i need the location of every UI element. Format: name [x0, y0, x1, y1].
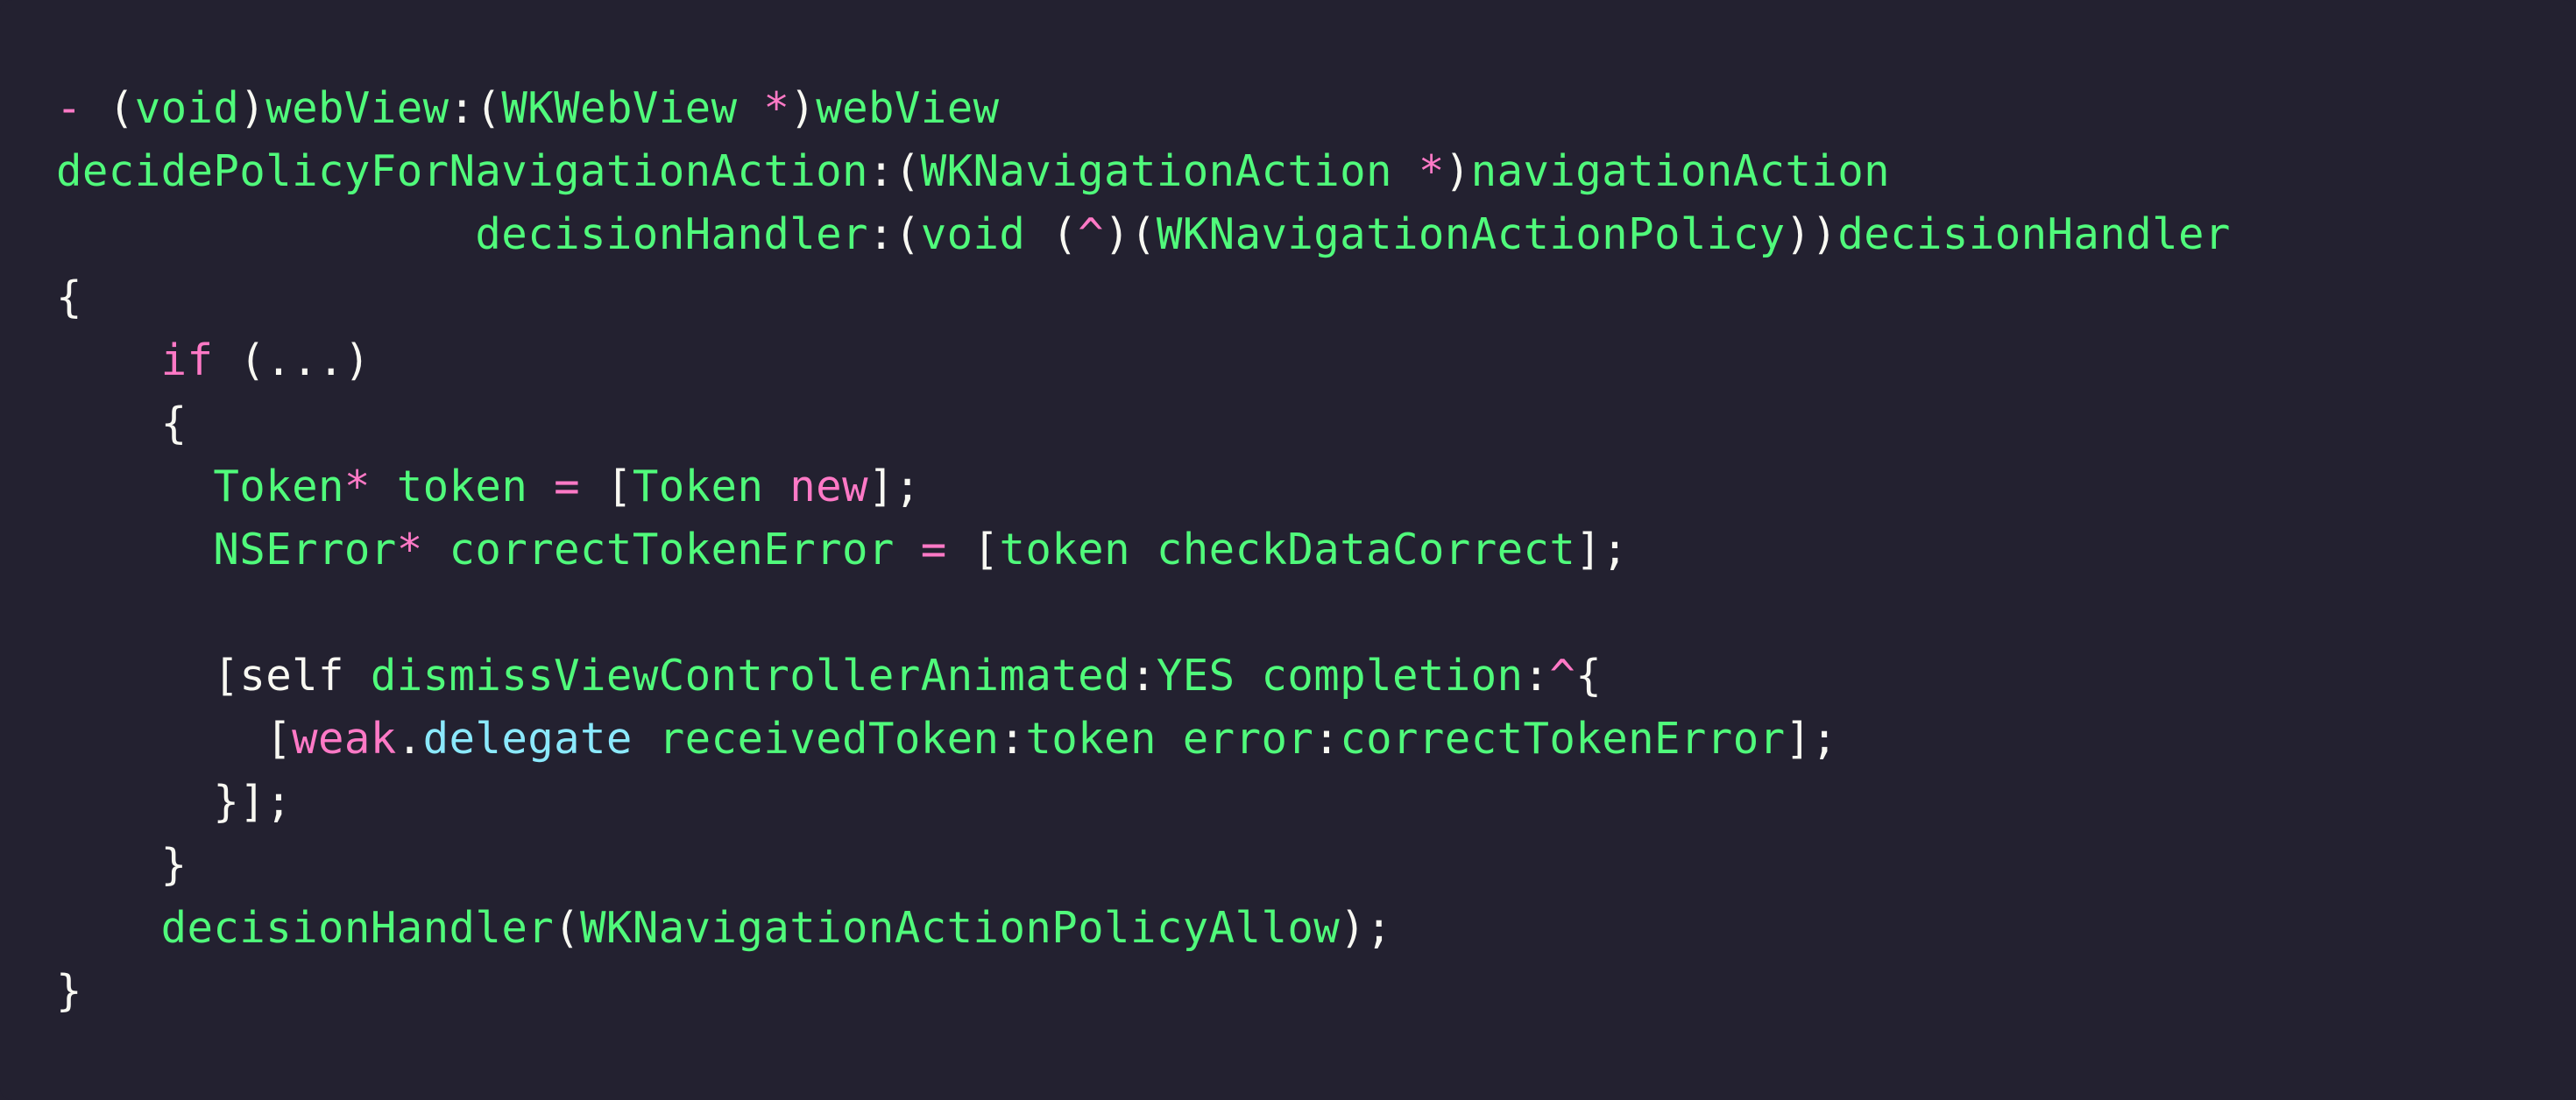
- code-token: WKNavigationActionPolicyAllow: [580, 903, 1341, 953]
- code-token: ^: [1549, 651, 1576, 701]
- code-token: :(: [449, 83, 502, 133]
- code-token: :: [1523, 651, 1550, 701]
- code-line: if (...): [56, 329, 2231, 392]
- code-token: decisionHandler: [1837, 209, 2231, 259]
- code-token: [: [56, 651, 240, 701]
- code-token: [: [946, 525, 1000, 575]
- code-token: }];: [56, 777, 293, 827]
- code-lines: - (void)webView:(WKWebView *)webView deci…: [56, 77, 2231, 1023]
- code-token: *: [396, 525, 423, 575]
- code-token: token: [999, 525, 1130, 575]
- code-token: WKNavigationAction: [920, 146, 1392, 196]
- code-token: (: [81, 83, 135, 133]
- code-line: decisionHandler:(void (^)(WKNavigationAc…: [56, 203, 2231, 266]
- code-token: =: [527, 462, 581, 511]
- code-token: (: [554, 903, 581, 953]
- code-token: correctTokenError: [422, 525, 895, 575]
- code-token: ^: [1078, 209, 1105, 259]
- code-token: ];: [867, 462, 921, 511]
- code-token: decidePolicyForNavigationAction: [56, 146, 868, 196]
- code-token: {: [56, 272, 82, 322]
- code-token: *: [343, 462, 371, 511]
- code-line: Token* token = [Token new];: [56, 455, 2231, 518]
- code-token: decisionHandler: [160, 903, 555, 953]
- code-token: decisionHandler: [56, 209, 868, 259]
- code-token: navigationAction: [1470, 146, 1891, 196]
- code-token: :(: [867, 209, 921, 259]
- code-token: }: [56, 840, 188, 890]
- code-token: self: [239, 651, 344, 701]
- code-line: [weak.delegate receivedToken:token error…: [56, 708, 2231, 771]
- code-token: dismissViewControllerAnimated: [343, 651, 1130, 701]
- code-line: decidePolicyForNavigationAction:(WKNavig…: [56, 140, 2231, 203]
- code-token: (...): [213, 335, 371, 385]
- code-token: )(: [1104, 209, 1157, 259]
- code-token: )): [1785, 209, 1838, 259]
- code-token: WKWebView: [501, 83, 738, 133]
- code-line: }: [56, 960, 2231, 1023]
- code-token: ];: [1575, 525, 1629, 575]
- code-token: void: [920, 209, 1026, 259]
- code-token: checkDataCorrect: [1129, 525, 1576, 575]
- code-token: completion: [1235, 651, 1524, 701]
- code-snippet-panel: - (void)webView:(WKWebView *)webView deci…: [0, 0, 2576, 1100]
- code-token: :(: [867, 146, 921, 196]
- code-token: -: [56, 83, 82, 133]
- code-token: :: [1313, 714, 1341, 764]
- code-token: ): [239, 83, 266, 133]
- code-token: :: [999, 714, 1026, 764]
- code-token: token: [1025, 714, 1157, 764]
- code-token: delegate: [422, 714, 633, 764]
- code-token: if: [160, 335, 214, 385]
- code-token: void: [134, 83, 240, 133]
- code-token: weak: [292, 714, 397, 764]
- code-token: (: [1025, 209, 1079, 259]
- code-line: }];: [56, 771, 2231, 834]
- code-token: .: [396, 714, 423, 764]
- code-line: }: [56, 834, 2231, 897]
- code-token: new: [763, 462, 868, 511]
- code-token: webView: [816, 83, 1000, 133]
- code-line: NSError* correctTokenError = [token chec…: [56, 518, 2231, 582]
- code-line: decisionHandler(WKNavigationActionPolicy…: [56, 897, 2231, 960]
- code-token: correctTokenError: [1340, 714, 1786, 764]
- code-token: Token: [213, 462, 344, 511]
- code-token: error: [1156, 714, 1314, 764]
- code-token: );: [1340, 903, 1392, 953]
- code-line: [self dismissViewControllerAnimated:YES …: [56, 645, 2231, 708]
- code-token: :: [1129, 651, 1157, 701]
- code-token: ): [789, 83, 817, 133]
- code-token: [: [580, 462, 633, 511]
- code-token: {: [1575, 651, 1603, 701]
- code-token: webView: [265, 83, 449, 133]
- code-token: *: [737, 83, 790, 133]
- code-token: NSError: [213, 525, 397, 575]
- code-token: YES: [1156, 651, 1235, 701]
- code-line: {: [56, 266, 2231, 329]
- code-token: =: [894, 525, 947, 575]
- code-line: - (void)webView:(WKWebView *)webView: [56, 77, 2231, 140]
- code-token: }: [56, 966, 82, 1016]
- code-line: {: [56, 392, 2231, 455]
- code-token: token: [370, 462, 528, 511]
- code-token: WKNavigationActionPolicy: [1156, 209, 1786, 259]
- code-token: Token: [632, 462, 764, 511]
- code-token: {: [56, 398, 188, 448]
- code-token: ];: [1785, 714, 1838, 764]
- code-token: ): [1444, 146, 1471, 196]
- code-token: [: [56, 714, 293, 764]
- code-token: *: [1391, 146, 1445, 196]
- code-token: receivedToken: [632, 714, 1000, 764]
